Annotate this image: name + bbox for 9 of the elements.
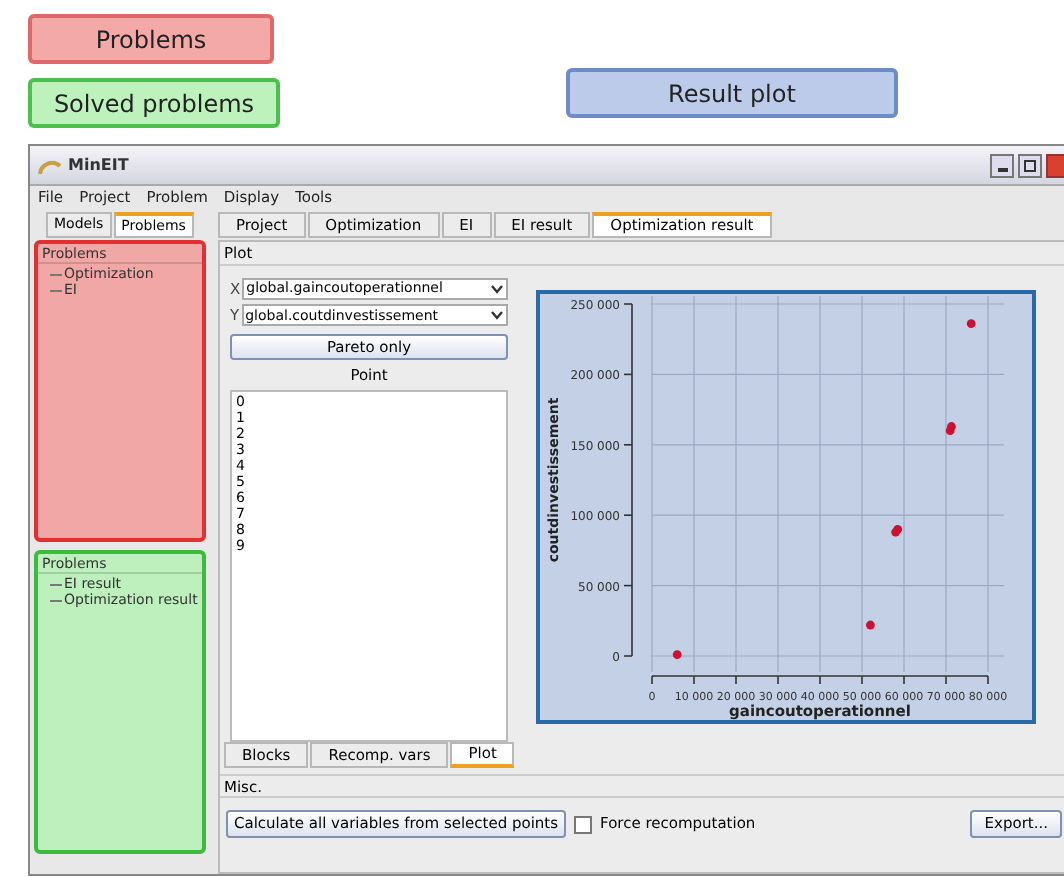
app-logo-icon bbox=[38, 155, 62, 175]
minimize-button[interactable] bbox=[990, 153, 1014, 177]
window-title: MinEIT bbox=[68, 153, 129, 177]
checkbox[interactable] bbox=[574, 815, 593, 833]
annotation-label: Result plot bbox=[566, 68, 898, 118]
annotation-label: Solved problems bbox=[28, 78, 280, 128]
annotation-label: Problems bbox=[28, 14, 274, 64]
close-button[interactable] bbox=[1046, 153, 1064, 177]
maximize-button[interactable] bbox=[1018, 153, 1042, 177]
